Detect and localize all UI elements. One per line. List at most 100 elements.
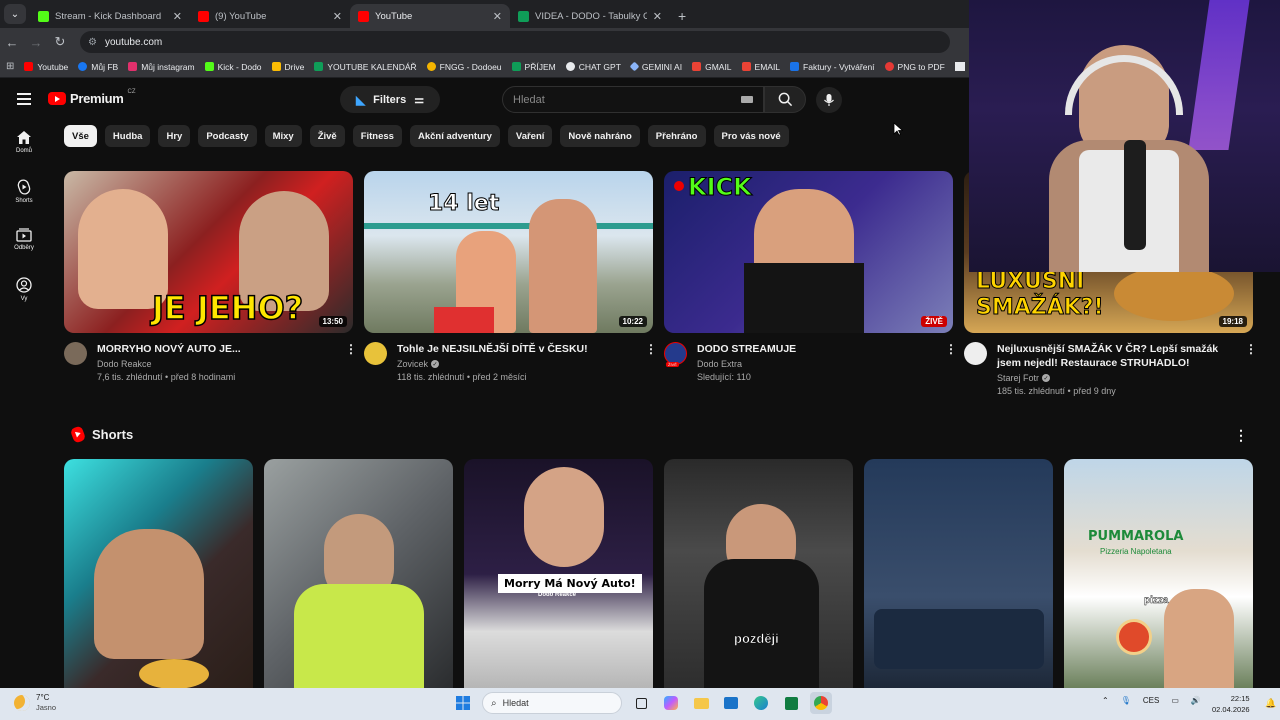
- video-thumbnail[interactable]: KICK ŽIVĚ: [664, 171, 953, 333]
- notification-bell-icon[interactable]: 🔔: [1265, 698, 1276, 709]
- video-card[interactable]: JE JEHO? 13:50 MORRYHO NOVÝ AUTO JE... D…: [64, 171, 357, 396]
- chip-all[interactable]: Vše: [64, 125, 97, 147]
- bookmark[interactable]: CHAT GPT: [565, 62, 621, 72]
- bookmark[interactable]: Můj instagram: [128, 62, 195, 72]
- site-info-icon[interactable]: ⚙: [88, 37, 97, 48]
- chip[interactable]: Hry: [158, 125, 191, 147]
- video-title[interactable]: Nejluxusnější SMAŽÁK V ČR? Lepší smažák …: [997, 342, 1235, 370]
- chip[interactable]: Přehráno: [647, 125, 706, 147]
- chip[interactable]: Nově nahráno: [560, 125, 640, 147]
- channel-name[interactable]: Zovicek: [397, 359, 428, 369]
- windows-start-icon[interactable]: [452, 692, 474, 714]
- voice-search-button[interactable]: [816, 87, 842, 113]
- browser-tab[interactable]: VIDEA - DODO - Tabulky Googl ✕: [510, 4, 670, 28]
- short-card[interactable]: později: [664, 459, 853, 689]
- tray-overflow-icon[interactable]: ⌃: [1102, 696, 1109, 705]
- chip[interactable]: Mixy: [264, 125, 302, 147]
- chrome-icon[interactable]: [810, 692, 832, 714]
- channel-name[interactable]: Dodo Reakce: [97, 359, 152, 369]
- bookmark-overflow-icon[interactable]: [954, 62, 965, 71]
- edge-icon[interactable]: [750, 692, 772, 714]
- microphone-icon[interactable]: 🎙: [1121, 696, 1131, 705]
- excel-icon[interactable]: [780, 692, 802, 714]
- chip[interactable]: Akční adventury: [409, 125, 500, 147]
- address-bar[interactable]: ⚙ youtube.com: [80, 31, 950, 53]
- chip[interactable]: Podcasty: [198, 125, 257, 147]
- bookmark[interactable]: PŘÍJEM: [511, 62, 556, 72]
- search-input[interactable]: [513, 93, 733, 106]
- search-button[interactable]: [764, 86, 806, 113]
- bookmark[interactable]: Můj FB: [78, 62, 118, 72]
- youtube-logo[interactable]: Premium CZ: [48, 89, 136, 106]
- nav-item-shorts[interactable]: Shorts: [0, 179, 48, 228]
- channel-name[interactable]: Starej Fotr: [997, 373, 1039, 383]
- more-actions-icon[interactable]: ⋮: [345, 342, 357, 382]
- video-thumbnail[interactable]: JE JEHO? 13:50: [64, 171, 353, 333]
- video-title[interactable]: DODO STREAMUJE: [697, 342, 935, 356]
- network-icon[interactable]: ▭: [1171, 696, 1179, 705]
- more-actions-icon[interactable]: ⋮: [1245, 342, 1257, 396]
- nav-item-you[interactable]: Vy: [0, 277, 48, 326]
- chip[interactable]: Živě: [309, 125, 345, 147]
- outlook-icon[interactable]: [720, 692, 742, 714]
- browser-tab[interactable]: (9) YouTube ✕: [190, 4, 350, 28]
- more-actions-icon[interactable]: ⋮: [1234, 427, 1248, 444]
- taskbar-clock[interactable]: 22:15 02.04.2026: [1212, 693, 1250, 715]
- more-actions-icon[interactable]: ⋮: [645, 342, 657, 382]
- close-tab-icon[interactable]: ✕: [173, 10, 182, 23]
- channel-name[interactable]: Dodo Extra: [697, 359, 742, 369]
- close-tab-icon[interactable]: ✕: [333, 10, 342, 23]
- video-thumbnail[interactable]: 14 let 10:22: [364, 171, 653, 333]
- close-tab-icon[interactable]: ✕: [653, 10, 662, 23]
- keyboard-icon[interactable]: [741, 96, 753, 103]
- short-card[interactable]: PUMMAROLA Pizzeria Napoletana pizza: [1064, 459, 1253, 689]
- nav-item-subscriptions[interactable]: Odběry: [0, 228, 48, 277]
- task-view-icon[interactable]: [630, 692, 652, 714]
- video-card[interactable]: KICK ŽIVĚ ŽIVĚ DODO STREAMUJE Dodo Extra…: [664, 171, 957, 396]
- channel-avatar-live[interactable]: ŽIVĚ: [664, 342, 687, 367]
- taskbar-search[interactable]: ⌕ Hledat: [482, 692, 622, 714]
- channel-avatar[interactable]: [964, 342, 987, 365]
- channel-avatar[interactable]: [364, 342, 387, 365]
- browser-tab-active[interactable]: YouTube ✕: [350, 4, 510, 28]
- bookmark[interactable]: EMAIL: [741, 62, 780, 72]
- new-tab-icon[interactable]: +: [678, 8, 686, 24]
- weather-widget[interactable]: 7°C Jasno: [14, 693, 56, 713]
- bookmark[interactable]: PNG to PDF: [884, 62, 945, 72]
- filters-button[interactable]: ◣ Filters ⚌: [340, 86, 440, 113]
- short-card[interactable]: Morry Má Nový Auto! Dodo Reakce: [464, 459, 653, 689]
- more-actions-icon[interactable]: ⋮: [945, 342, 957, 382]
- short-card[interactable]: [264, 459, 453, 689]
- video-card[interactable]: 14 let 10:22 Tohle Je NEJSILNĚJŠÍ DÍTĚ v…: [364, 171, 657, 396]
- menu-icon[interactable]: [17, 93, 31, 108]
- close-tab-icon[interactable]: ✕: [493, 10, 502, 23]
- bookmark[interactable]: Drive: [271, 62, 304, 72]
- video-title[interactable]: MORRYHO NOVÝ AUTO JE...: [97, 342, 335, 356]
- bookmark[interactable]: YOUTUBE KALENDÁŘ: [314, 62, 417, 72]
- volume-icon[interactable]: 🔊: [1191, 696, 1201, 705]
- chip[interactable]: Vaření: [507, 125, 553, 147]
- copilot-icon[interactable]: [660, 692, 682, 714]
- video-title[interactable]: Tohle Je NEJSILNĚJŠÍ DÍTĚ v ČESKU!: [397, 342, 635, 356]
- bookmark[interactable]: GMAIL: [692, 62, 732, 72]
- chip[interactable]: Pro vás nové: [713, 125, 789, 147]
- chip[interactable]: Fitness: [352, 125, 402, 147]
- nav-item-home[interactable]: Domů: [0, 130, 48, 179]
- chip[interactable]: Hudba: [104, 125, 151, 147]
- apps-grid-icon[interactable]: ⊞: [6, 61, 14, 72]
- short-card[interactable]: [864, 459, 1053, 689]
- bookmark[interactable]: Youtube: [24, 62, 68, 72]
- file-explorer-icon[interactable]: [690, 692, 712, 714]
- short-card[interactable]: [64, 459, 253, 689]
- channel-avatar[interactable]: [64, 342, 87, 365]
- browser-tab[interactable]: Stream - Kick Dashboard ✕: [30, 4, 190, 28]
- input-language[interactable]: CES: [1143, 696, 1159, 705]
- reload-icon[interactable]: ↻: [48, 34, 72, 50]
- bookmark[interactable]: FNGG - Dodoeu: [426, 62, 502, 72]
- bookmark[interactable]: GEMINI AI: [629, 62, 682, 72]
- back-arrow-icon[interactable]: ←: [0, 35, 24, 50]
- bookmark[interactable]: Kick - Dodo: [204, 62, 262, 72]
- tab-search-button[interactable]: ⌄: [4, 4, 26, 24]
- bookmark[interactable]: Faktury - Vytváření: [790, 62, 875, 72]
- forward-arrow-icon[interactable]: →: [24, 35, 48, 50]
